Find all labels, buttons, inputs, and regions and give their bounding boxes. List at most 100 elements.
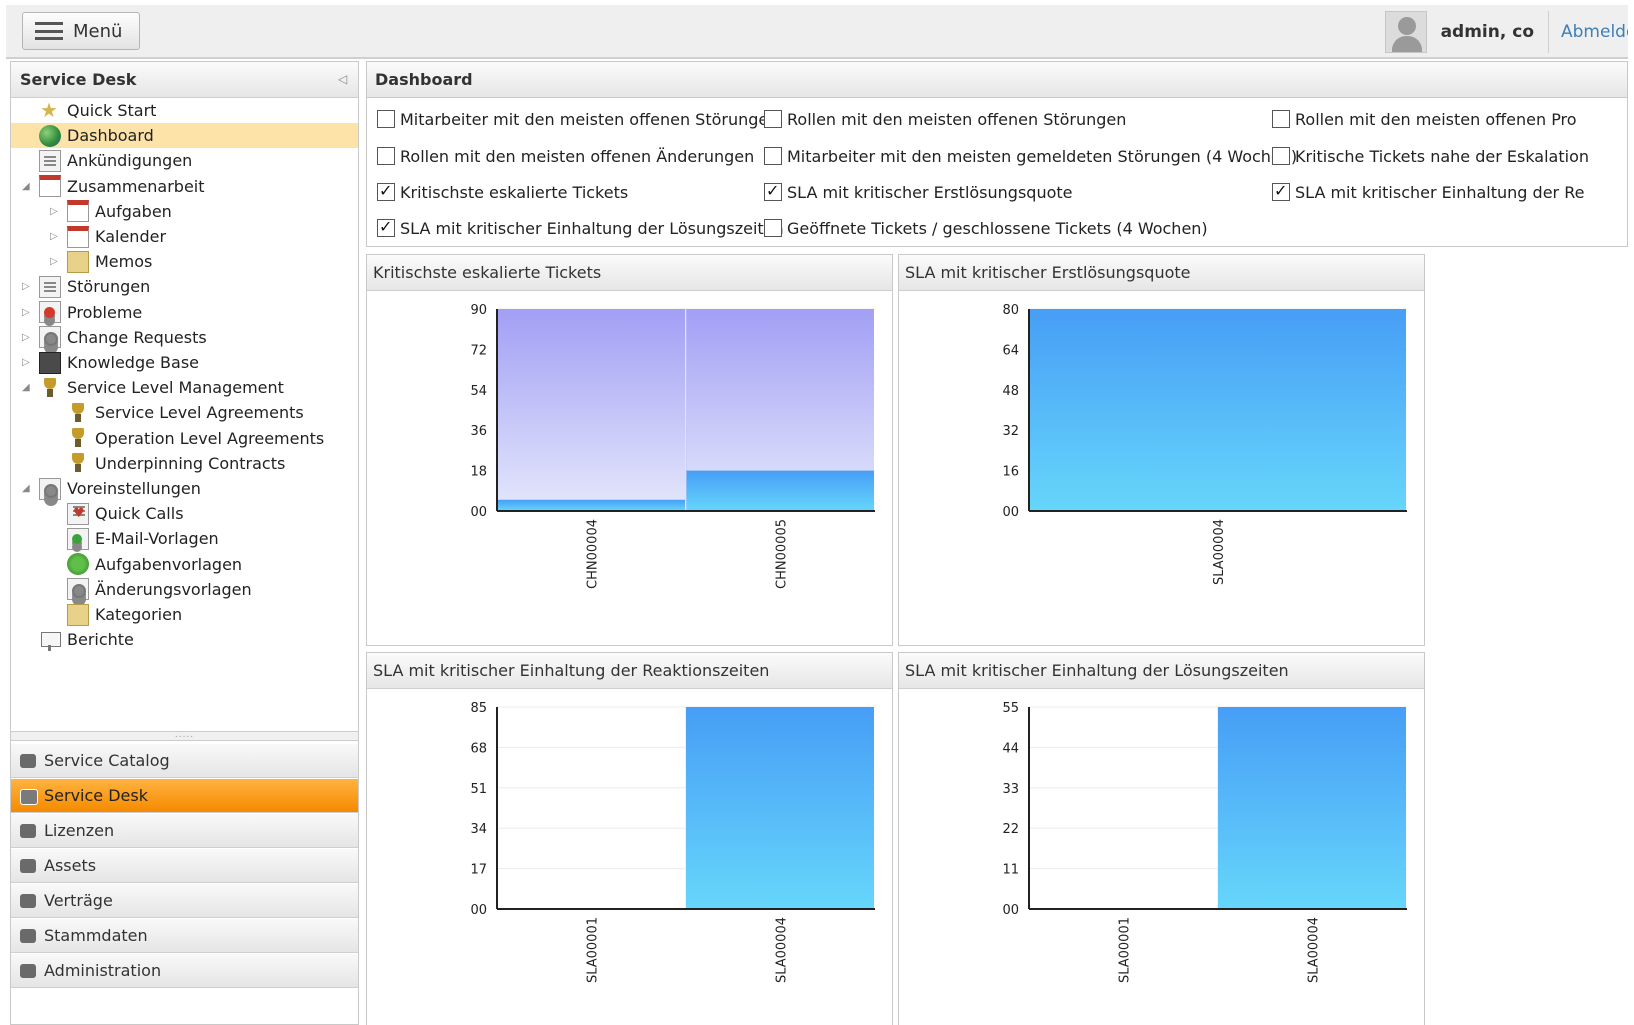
panel-splitter[interactable]: ..... — [11, 731, 358, 741]
collaboration-icon — [39, 175, 61, 198]
checkbox-checked-icon[interactable] — [377, 217, 395, 237]
tree-item[interactable]: Underpinning Contracts — [67, 451, 358, 476]
checkbox-label: Mitarbeiter mit den meisten offenen Stör… — [400, 109, 779, 129]
tree-item[interactable]: Zusammenarbeit — [39, 174, 358, 199]
y-tick-label: 36 — [470, 424, 487, 439]
nav-button[interactable]: Service Catalog — [11, 744, 358, 778]
y-tick-label: 54 — [470, 384, 487, 399]
collapsed-arrow-icon[interactable]: ▷ — [22, 281, 32, 293]
nav-button[interactable]: Administration — [11, 954, 358, 988]
trophy-icon — [67, 402, 89, 424]
tree-item[interactable]: Probleme — [39, 300, 358, 325]
collapsed-arrow-icon[interactable]: ▷ — [50, 206, 60, 218]
menu-button[interactable]: Menü — [22, 12, 140, 50]
nav-button-label: Administration — [44, 961, 162, 980]
widget-checkbox[interactable]: Kritischste eskalierte Tickets — [377, 181, 628, 203]
checkbox-unchecked-icon[interactable] — [764, 147, 782, 165]
collapsed-arrow-icon[interactable]: ▷ — [22, 307, 32, 319]
mail-template-icon — [67, 527, 89, 550]
expanded-arrow-icon[interactable]: ◢ — [22, 382, 32, 394]
tree-item[interactable]: E-Mail-Vorlagen — [67, 526, 358, 551]
widget-checkbox[interactable]: SLA mit kritischer Einhaltung der Lösung… — [377, 217, 784, 239]
tree-item[interactable]: Voreinstellungen — [39, 476, 358, 501]
checkbox-unchecked-icon[interactable] — [377, 147, 395, 165]
announcement-icon — [39, 149, 61, 172]
widget-checkbox[interactable]: Geöffnete Tickets / geschlossene Tickets… — [764, 217, 1208, 239]
checkbox-checked-icon[interactable] — [1272, 181, 1290, 201]
tree-item[interactable]: Service Level Management — [39, 375, 358, 400]
tree-item[interactable]: Berichte — [39, 627, 358, 652]
chart-title: Kritischste eskalierte Tickets — [367, 255, 892, 291]
checkbox-unchecked-icon[interactable] — [1272, 147, 1290, 165]
x-tick-label: CHN00005 — [775, 519, 790, 589]
tree-item[interactable]: Ankündigungen — [39, 148, 358, 173]
expanded-arrow-icon[interactable]: ◢ — [22, 181, 32, 193]
collapsed-arrow-icon[interactable]: ▷ — [50, 256, 60, 268]
master-data-icon — [17, 925, 39, 947]
nav-button[interactable]: Assets — [11, 849, 358, 883]
bar[interactable] — [497, 309, 685, 511]
tree-item[interactable]: Änderungsvorlagen — [67, 577, 358, 602]
widget-selection: Mitarbeiter mit den meisten offenen Stör… — [366, 98, 1628, 247]
change-requests-icon — [39, 326, 61, 349]
tree-item[interactable]: Störungen — [39, 274, 358, 299]
tree-item[interactable]: Kategorien — [67, 602, 358, 627]
collapsed-arrow-icon[interactable]: ▷ — [50, 231, 60, 243]
widget-checkbox[interactable]: SLA mit kritischer Einhaltung der Re — [1272, 181, 1584, 203]
widget-checkbox[interactable]: Mitarbeiter mit den meisten offenen Stör… — [377, 108, 778, 130]
avatar[interactable] — [1384, 11, 1427, 53]
widget-checkbox[interactable]: Rollen mit den meisten offenen Störungen — [764, 108, 1126, 130]
service-catalog-icon — [17, 750, 39, 772]
tree-item[interactable]: Quick Calls — [67, 501, 358, 526]
nav-button[interactable]: Lizenzen — [11, 814, 358, 848]
nav-button[interactable]: Service Desk — [11, 779, 358, 813]
widget-checkbox[interactable]: Rollen mit den meisten offenen Pro — [1272, 108, 1577, 130]
tree-item[interactable]: Aufgaben — [67, 199, 358, 224]
nav-button[interactable]: Verträge — [11, 884, 358, 918]
tree-item-label: Zusammenarbeit — [67, 176, 205, 196]
chart-panel: Kritischste eskalierte Tickets 00 18 36 54 72… — [366, 254, 893, 646]
collapsed-arrow-icon[interactable]: ▷ — [22, 332, 32, 344]
tree-item[interactable]: Operation Level Agreements — [67, 426, 358, 451]
tree-item-label: Berichte — [67, 630, 134, 650]
checkbox-checked-icon[interactable] — [377, 181, 395, 201]
tree-item[interactable]: Knowledge Base — [39, 350, 358, 375]
checkbox-unchecked-icon[interactable] — [377, 110, 395, 128]
widget-checkbox[interactable]: Mitarbeiter mit den meisten gemeldeten S… — [764, 145, 1297, 167]
tree-item[interactable]: Memos — [67, 249, 358, 274]
nav-button[interactable]: Stammdaten — [11, 919, 358, 953]
bar[interactable] — [686, 470, 874, 511]
tree-item[interactable]: Kalender — [67, 224, 358, 249]
tree-item[interactable]: Change Requests — [39, 325, 358, 350]
globe-icon — [39, 124, 61, 147]
tree-item[interactable]: Quick Start — [39, 98, 358, 123]
bar[interactable] — [497, 499, 685, 511]
checkbox-checked-icon[interactable] — [764, 181, 782, 201]
star-icon — [39, 98, 61, 122]
collapse-panel-icon[interactable]: ◁ — [338, 72, 350, 86]
top-bar: Menü admin, co Abmelden — [6, 5, 1628, 59]
nav-button-label: Verträge — [44, 891, 113, 910]
expanded-arrow-icon[interactable]: ◢ — [22, 483, 32, 495]
bar[interactable] — [1218, 707, 1406, 909]
widget-checkbox[interactable]: Kritische Tickets nahe der Eskalation — [1272, 145, 1589, 167]
y-tick-label: 48 — [1002, 384, 1019, 399]
username[interactable]: admin, co — [1441, 22, 1534, 42]
bar[interactable] — [1029, 309, 1406, 511]
checkbox-unchecked-icon[interactable] — [764, 219, 782, 237]
tree-item[interactable]: Dashboard — [11, 123, 358, 149]
logout-link[interactable]: Abmelden — [1548, 11, 1628, 53]
checkbox-unchecked-icon[interactable] — [764, 110, 782, 128]
x-tick-label: SLA00001 — [1118, 917, 1133, 983]
incidents-icon — [39, 275, 61, 298]
checkbox-unchecked-icon[interactable] — [1272, 110, 1290, 128]
tree-item[interactable]: Service Level Agreements — [67, 400, 358, 425]
widget-checkbox[interactable]: SLA mit kritischer Erstlösungsquote — [764, 181, 1073, 203]
y-tick-label: 11 — [1002, 863, 1019, 878]
tree-item[interactable]: Aufgabenvorlagen — [67, 552, 358, 577]
collapsed-arrow-icon[interactable]: ▷ — [22, 357, 32, 369]
widget-checkbox[interactable]: Rollen mit den meisten offenen Änderunge… — [377, 145, 754, 167]
bar[interactable] — [686, 707, 874, 909]
y-tick-label: 51 — [470, 782, 487, 797]
tree-item-label: Kalender — [95, 227, 167, 246]
